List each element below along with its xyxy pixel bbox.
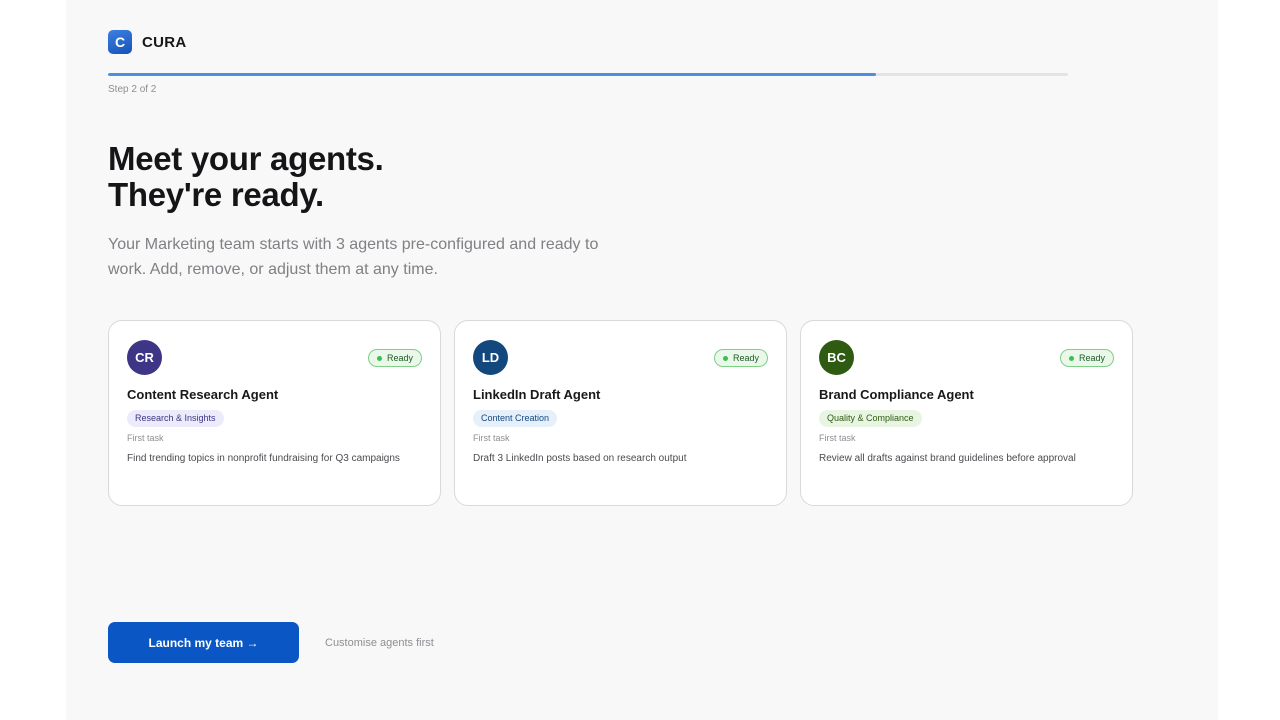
launch-team-button[interactable]: Launch my team → — [108, 622, 299, 663]
status-badge-label: Ready — [386, 353, 413, 363]
first-task-text: Find trending topics in nonprofit fundra… — [127, 453, 400, 464]
page-subtitle: Your Marketing team starts with 3 agents… — [108, 236, 599, 278]
brand-name: CURA — [142, 33, 187, 51]
agent-category-tag: Quality & Compliance — [819, 410, 922, 427]
status-badge-label: Ready — [732, 353, 759, 363]
agent-name: LinkedIn Draft Agent — [473, 387, 601, 402]
first-task-text: Draft 3 LinkedIn posts based on research… — [473, 453, 687, 464]
first-task-label: First task — [473, 433, 510, 443]
onboarding-page: C CURA Step 2 of 2 Meet your agents. The… — [66, 0, 1218, 720]
agent-avatar: CR — [127, 340, 162, 375]
page-title-line-2: They're ready. — [108, 176, 324, 213]
status-dot-icon — [1068, 355, 1074, 361]
agent-category-tag: Research & Insights — [127, 410, 224, 427]
agent-name: Brand Compliance Agent — [819, 387, 974, 402]
cura-logo-icon: C — [108, 30, 132, 54]
status-badge: Ready — [713, 349, 768, 367]
agent-card-list: CR Ready Content Research Agent Research… — [108, 320, 1133, 506]
agent-avatar: LD — [473, 340, 508, 375]
status-badge: Ready — [367, 349, 422, 367]
status-dot-icon — [376, 355, 382, 361]
customise-agents-link[interactable]: Customise agents first — [325, 637, 434, 649]
agent-card-content-research[interactable]: CR Ready Content Research Agent Research… — [108, 320, 441, 506]
agent-card-brand-compliance[interactable]: BC Ready Brand Compliance Agent Quality … — [800, 320, 1133, 506]
brand: C CURA — [108, 30, 187, 54]
status-badge-label: Ready — [1078, 353, 1105, 363]
first-task-label: First task — [127, 433, 164, 443]
status-badge: Ready — [1059, 349, 1114, 367]
agent-category-tag: Content Creation — [473, 410, 558, 427]
progress-bar — [108, 73, 1068, 76]
first-task-label: First task — [819, 433, 856, 443]
first-task-text: Review all drafts against brand guidelin… — [819, 453, 1076, 464]
agent-card-linkedin-draft[interactable]: LD Ready LinkedIn Draft Agent Content Cr… — [454, 320, 787, 506]
agent-name: Content Research Agent — [127, 387, 279, 402]
page-title: Meet your agents. They're ready. — [108, 140, 384, 213]
progress-bar-fill — [108, 73, 876, 76]
step-indicator: Step 2 of 2 — [108, 84, 157, 95]
agent-avatar: BC — [819, 340, 854, 375]
status-dot-icon — [722, 355, 728, 361]
page-title-line-1: Meet your agents. — [108, 140, 384, 177]
